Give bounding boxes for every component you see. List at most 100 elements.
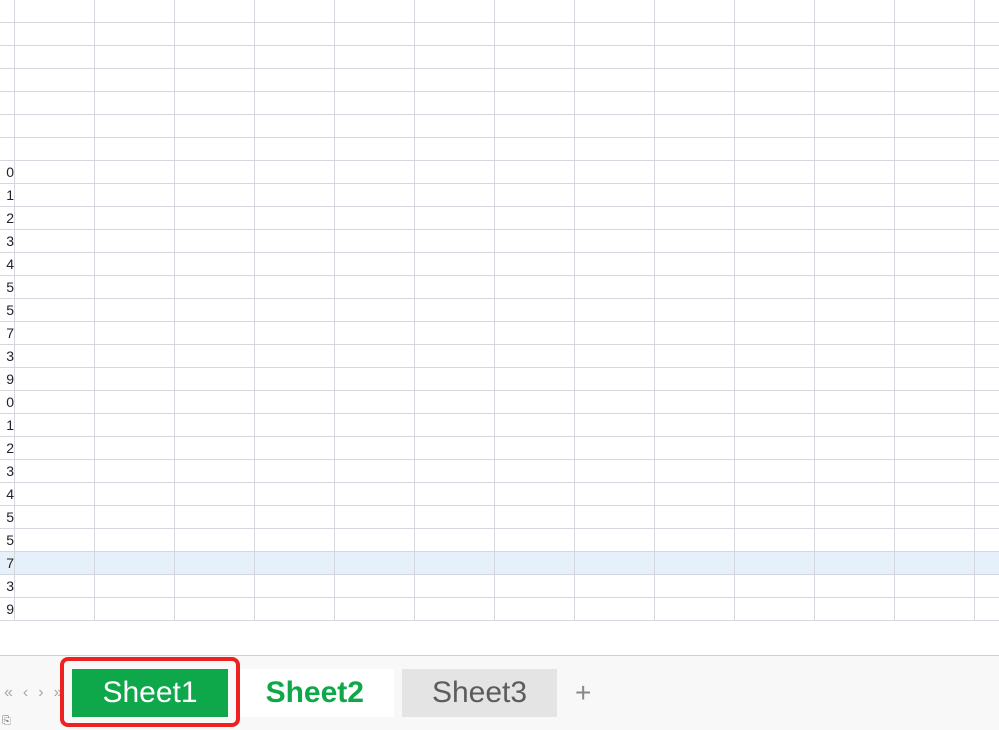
cell[interactable]: [895, 575, 975, 598]
nav-next-icon[interactable]: ›: [36, 684, 45, 702]
cell[interactable]: [815, 230, 895, 253]
cell[interactable]: [815, 207, 895, 230]
cell[interactable]: [815, 437, 895, 460]
cell[interactable]: [495, 115, 575, 138]
cell[interactable]: [975, 391, 999, 414]
cell[interactable]: [655, 253, 735, 276]
sheet-tab-sheet2[interactable]: Sheet2: [236, 669, 394, 717]
cell[interactable]: [815, 92, 895, 115]
spreadsheet-row[interactable]: 3: [0, 460, 999, 483]
cell[interactable]: [95, 506, 175, 529]
cell[interactable]: [575, 184, 655, 207]
cell[interactable]: [575, 368, 655, 391]
cell[interactable]: [815, 506, 895, 529]
cell[interactable]: [415, 414, 495, 437]
cell[interactable]: [815, 345, 895, 368]
cell[interactable]: [815, 253, 895, 276]
spreadsheet-row[interactable]: 3: [0, 575, 999, 598]
row-header[interactable]: 7: [0, 552, 15, 575]
cell[interactable]: [735, 368, 815, 391]
cell[interactable]: [95, 598, 175, 621]
cell[interactable]: [15, 115, 95, 138]
cell[interactable]: [975, 598, 999, 621]
cell[interactable]: [415, 92, 495, 115]
cell[interactable]: [655, 161, 735, 184]
cell[interactable]: [575, 322, 655, 345]
cell[interactable]: [15, 253, 95, 276]
cell[interactable]: [335, 276, 415, 299]
cell[interactable]: [255, 552, 335, 575]
cell[interactable]: [815, 483, 895, 506]
cell[interactable]: [815, 276, 895, 299]
cell[interactable]: [175, 345, 255, 368]
cell[interactable]: [415, 299, 495, 322]
cell[interactable]: [815, 552, 895, 575]
cell[interactable]: [175, 483, 255, 506]
cell[interactable]: [495, 253, 575, 276]
spreadsheet-row[interactable]: 5: [0, 299, 999, 322]
cell[interactable]: [495, 138, 575, 161]
cell[interactable]: [15, 92, 95, 115]
cell[interactable]: [175, 253, 255, 276]
cell[interactable]: [895, 437, 975, 460]
cell[interactable]: [255, 115, 335, 138]
cell[interactable]: [575, 414, 655, 437]
cell[interactable]: [95, 276, 175, 299]
cell[interactable]: [495, 69, 575, 92]
spreadsheet-row[interactable]: 1: [0, 184, 999, 207]
cell[interactable]: [815, 299, 895, 322]
cell[interactable]: [335, 460, 415, 483]
cell[interactable]: [655, 322, 735, 345]
cell[interactable]: [895, 368, 975, 391]
cell[interactable]: [735, 0, 815, 23]
cell[interactable]: [495, 460, 575, 483]
cell[interactable]: [735, 345, 815, 368]
cell[interactable]: [15, 460, 95, 483]
cell[interactable]: [255, 92, 335, 115]
cell[interactable]: [735, 253, 815, 276]
cell[interactable]: [335, 207, 415, 230]
cell[interactable]: [175, 46, 255, 69]
row-header[interactable]: 5: [0, 529, 15, 552]
cell[interactable]: [815, 184, 895, 207]
cell[interactable]: [95, 253, 175, 276]
spreadsheet-row[interactable]: [0, 115, 999, 138]
cell[interactable]: [975, 115, 999, 138]
cell[interactable]: [815, 69, 895, 92]
cell[interactable]: [415, 368, 495, 391]
cell[interactable]: [95, 92, 175, 115]
spreadsheet-row[interactable]: 2: [0, 207, 999, 230]
cell[interactable]: [415, 0, 495, 23]
cell[interactable]: [815, 0, 895, 23]
cell[interactable]: [655, 276, 735, 299]
cell[interactable]: [15, 184, 95, 207]
spreadsheet-row[interactable]: [0, 69, 999, 92]
spreadsheet-row[interactable]: 7: [0, 322, 999, 345]
cell[interactable]: [575, 253, 655, 276]
cell[interactable]: [415, 506, 495, 529]
cell[interactable]: [335, 598, 415, 621]
cell[interactable]: [975, 345, 999, 368]
cell[interactable]: [495, 552, 575, 575]
cell[interactable]: [735, 299, 815, 322]
spreadsheet-row[interactable]: 0: [0, 391, 999, 414]
cell[interactable]: [15, 368, 95, 391]
cell[interactable]: [415, 575, 495, 598]
cell[interactable]: [15, 529, 95, 552]
cell[interactable]: [335, 92, 415, 115]
cell[interactable]: [415, 483, 495, 506]
cell[interactable]: [95, 184, 175, 207]
cell[interactable]: [255, 460, 335, 483]
cell[interactable]: [255, 598, 335, 621]
cell[interactable]: [415, 529, 495, 552]
cell[interactable]: [175, 23, 255, 46]
row-header[interactable]: 7: [0, 322, 15, 345]
cell[interactable]: [975, 575, 999, 598]
cell[interactable]: [495, 345, 575, 368]
cell[interactable]: [895, 391, 975, 414]
cell[interactable]: [95, 437, 175, 460]
cell[interactable]: [735, 230, 815, 253]
cell[interactable]: [495, 368, 575, 391]
cell[interactable]: [175, 69, 255, 92]
cell[interactable]: [335, 368, 415, 391]
